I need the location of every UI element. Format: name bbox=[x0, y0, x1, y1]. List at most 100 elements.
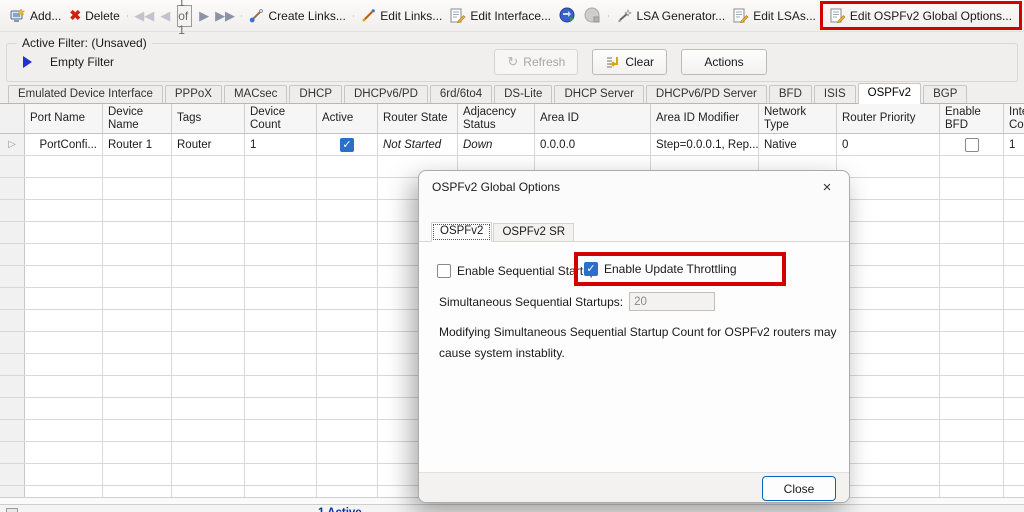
empty-cell[interactable] bbox=[1004, 244, 1024, 265]
column-header-area-id[interactable]: Area ID bbox=[535, 104, 651, 133]
empty-cell[interactable] bbox=[172, 354, 245, 375]
row-selector-cell[interactable] bbox=[0, 464, 25, 485]
empty-cell[interactable] bbox=[1004, 266, 1024, 287]
empty-cell[interactable] bbox=[837, 266, 940, 287]
empty-cell[interactable] bbox=[172, 464, 245, 485]
empty-cell[interactable] bbox=[837, 442, 940, 463]
empty-cell[interactable] bbox=[172, 398, 245, 419]
empty-cell[interactable] bbox=[1004, 442, 1024, 463]
dialog-tab-ospfv2[interactable]: OSPFv2 bbox=[431, 222, 492, 242]
tab-dhcp-server[interactable]: DHCP Server bbox=[554, 85, 643, 104]
empty-cell[interactable] bbox=[245, 332, 317, 353]
empty-cell[interactable] bbox=[245, 244, 317, 265]
row-selector-cell[interactable] bbox=[0, 178, 25, 199]
last-record-button[interactable]: ▶▶ bbox=[212, 6, 238, 26]
empty-cell[interactable] bbox=[317, 332, 378, 353]
create-links-button[interactable]: Create Links... bbox=[245, 5, 349, 26]
empty-cell[interactable] bbox=[103, 354, 172, 375]
empty-cell[interactable] bbox=[940, 288, 1004, 309]
tab-emulated-device-interface[interactable]: Emulated Device Interface bbox=[8, 85, 163, 104]
tab-pppox[interactable]: PPPoX bbox=[165, 85, 222, 104]
empty-cell[interactable] bbox=[940, 156, 1004, 177]
empty-cell[interactable] bbox=[837, 178, 940, 199]
empty-cell[interactable] bbox=[1004, 222, 1024, 243]
empty-cell[interactable] bbox=[103, 486, 172, 497]
empty-cell[interactable] bbox=[940, 310, 1004, 331]
empty-cell[interactable] bbox=[245, 442, 317, 463]
empty-cell[interactable] bbox=[25, 354, 103, 375]
empty-cell[interactable] bbox=[245, 200, 317, 221]
actions-button[interactable]: Actions bbox=[681, 49, 767, 75]
empty-cell[interactable] bbox=[103, 332, 172, 353]
empty-cell[interactable] bbox=[172, 486, 245, 497]
empty-cell[interactable] bbox=[940, 222, 1004, 243]
empty-cell[interactable] bbox=[172, 178, 245, 199]
empty-cell[interactable] bbox=[940, 178, 1004, 199]
tab-macsec[interactable]: MACsec bbox=[224, 85, 287, 104]
empty-cell[interactable] bbox=[25, 266, 103, 287]
empty-cell[interactable] bbox=[837, 332, 940, 353]
row-selector-cell[interactable] bbox=[0, 288, 25, 309]
empty-cell[interactable] bbox=[317, 156, 378, 177]
empty-cell[interactable] bbox=[837, 398, 940, 419]
empty-cell[interactable] bbox=[172, 420, 245, 441]
empty-cell[interactable] bbox=[172, 376, 245, 397]
empty-cell[interactable] bbox=[317, 244, 378, 265]
empty-cell[interactable] bbox=[172, 442, 245, 463]
table-row-router1[interactable]: ▷ PortConfi... Router 1 Router 1 ✓ Not S… bbox=[0, 134, 1024, 156]
empty-cell[interactable] bbox=[245, 310, 317, 331]
empty-cell[interactable] bbox=[245, 464, 317, 485]
dialog-close-icon[interactable]: × bbox=[812, 176, 842, 198]
empty-cell[interactable] bbox=[1004, 398, 1024, 419]
tab-bfd[interactable]: BFD bbox=[769, 85, 812, 104]
empty-cell[interactable] bbox=[1004, 156, 1024, 177]
clear-button[interactable]: Clear bbox=[592, 49, 667, 75]
empty-cell[interactable] bbox=[1004, 310, 1024, 331]
empty-cell[interactable] bbox=[103, 266, 172, 287]
row-selector-cell[interactable] bbox=[0, 376, 25, 397]
empty-cell[interactable] bbox=[940, 398, 1004, 419]
row-selector-cell[interactable] bbox=[0, 442, 25, 463]
empty-cell[interactable] bbox=[317, 266, 378, 287]
empty-cell[interactable] bbox=[837, 200, 940, 221]
enable-update-throttling-checkbox[interactable]: ✓ bbox=[584, 262, 598, 276]
dialog-title-bar[interactable]: OSPFv2 Global Options bbox=[419, 171, 849, 203]
empty-cell[interactable] bbox=[245, 376, 317, 397]
empty-cell[interactable] bbox=[25, 376, 103, 397]
column-header-tags[interactable]: Tags bbox=[172, 104, 245, 133]
first-record-button[interactable]: ◀◀ bbox=[131, 6, 157, 26]
row-selector-cell[interactable] bbox=[0, 200, 25, 221]
empty-cell[interactable] bbox=[1004, 376, 1024, 397]
empty-cell[interactable] bbox=[25, 244, 103, 265]
cell-router-priority[interactable]: 0 bbox=[837, 134, 940, 155]
cell-device-count[interactable]: 1 bbox=[245, 134, 317, 155]
row-selector-cell[interactable] bbox=[0, 156, 25, 177]
edit-links-button[interactable]: Edit Links... bbox=[357, 5, 446, 26]
empty-cell[interactable] bbox=[245, 486, 317, 497]
tab-dhcpv6-pd-server[interactable]: DHCPv6/PD Server bbox=[646, 85, 767, 104]
tab-ds-lite[interactable]: DS-Lite bbox=[494, 85, 552, 104]
empty-cell[interactable] bbox=[103, 464, 172, 485]
empty-cell[interactable] bbox=[103, 244, 172, 265]
column-header-active[interactable]: Active bbox=[317, 104, 378, 133]
empty-cell[interactable] bbox=[103, 420, 172, 441]
empty-cell[interactable] bbox=[940, 376, 1004, 397]
empty-cell[interactable] bbox=[837, 376, 940, 397]
enable-sequential-startup-checkbox[interactable] bbox=[437, 264, 451, 278]
row-selector-cell[interactable] bbox=[0, 222, 25, 243]
empty-cell[interactable] bbox=[25, 310, 103, 331]
enable-devices-button[interactable] bbox=[555, 4, 580, 27]
row-selector-cell[interactable] bbox=[0, 266, 25, 287]
edit-ospfv2-global-options-button[interactable]: Edit OSPFv2 Global Options... bbox=[826, 5, 1016, 26]
column-header-selector[interactable] bbox=[0, 104, 25, 133]
enable-update-throttling-option[interactable]: ✓ Enable Update Throttling bbox=[584, 262, 737, 276]
simultaneous-startups-input[interactable] bbox=[629, 292, 715, 311]
empty-cell[interactable] bbox=[1004, 486, 1024, 497]
column-header-enable-bfd[interactable]: Enable BFD bbox=[940, 104, 1004, 133]
empty-cell[interactable] bbox=[317, 310, 378, 331]
row-selector-cell[interactable] bbox=[0, 420, 25, 441]
empty-cell[interactable] bbox=[25, 464, 103, 485]
tab-6rd-6to4[interactable]: 6rd/6to4 bbox=[430, 85, 492, 104]
empty-cell[interactable] bbox=[172, 310, 245, 331]
empty-cell[interactable] bbox=[172, 266, 245, 287]
